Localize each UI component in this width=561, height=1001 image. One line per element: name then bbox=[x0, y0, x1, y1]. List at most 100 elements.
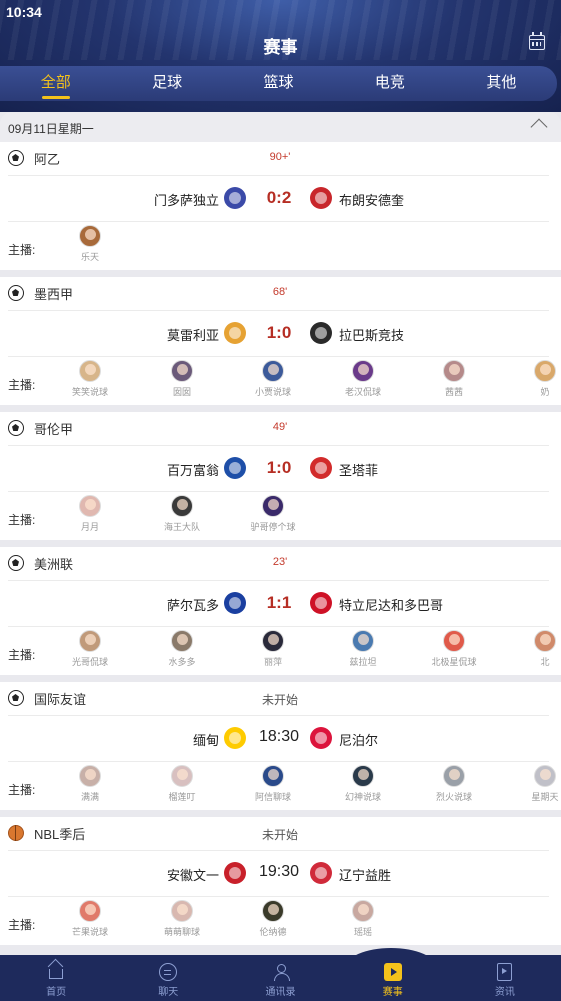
match-icon bbox=[383, 963, 402, 981]
avatar bbox=[352, 630, 374, 652]
anchor-item[interactable]: 囡囡 bbox=[137, 360, 227, 398]
anchor-item[interactable]: 笑笑说球 bbox=[45, 360, 135, 398]
away-team-name: 拉巴斯竞技 bbox=[339, 328, 405, 343]
home-team-logo bbox=[224, 727, 246, 749]
anchor-item[interactable]: 芒果说球 bbox=[45, 900, 135, 938]
chevron-up-icon[interactable] bbox=[530, 118, 548, 136]
anchor-item[interactable]: 伦纳德 bbox=[228, 900, 318, 938]
anchor-item[interactable]: 星期天 bbox=[500, 765, 561, 803]
match-card[interactable]: NBL季后 未开始 安徽文一 19:30 辽宁益胜 主播: 芒果说球 萌萌聊球 伦纳德 瑶瑶 bbox=[0, 817, 561, 945]
anchor-item[interactable]: 老汉侃球 bbox=[318, 360, 408, 398]
avatar bbox=[443, 630, 465, 652]
nav-matches[interactable]: 赛事 bbox=[337, 955, 449, 1001]
home-team-name: 萨尔瓦多 bbox=[166, 598, 219, 613]
score-row[interactable]: 萨尔瓦多 1:1 特立尼达和多巴哥 bbox=[0, 589, 561, 617]
anchor-label: 主播: bbox=[8, 648, 36, 662]
anchor-item[interactable]: 榴莲叮 bbox=[137, 765, 227, 803]
divider bbox=[8, 761, 549, 762]
divider bbox=[8, 175, 549, 176]
nav-chat[interactable]: 聊天 bbox=[112, 955, 224, 1001]
match-card[interactable]: 美洲联 23' 萨尔瓦多 1:1 特立尼达和多巴哥 主播: 光哥侃球 水多多 丽萍 兹拉坦 北极星侃… bbox=[0, 547, 561, 675]
nav-label: 首页 bbox=[46, 987, 67, 998]
league-name: 美洲联 bbox=[34, 556, 74, 572]
bottom-nav: 首页 聊天 通讯录 赛事 资讯 bbox=[0, 955, 561, 1001]
away-team-logo bbox=[310, 187, 332, 209]
sport-tabs: 全部 足球 篮球 电竞 其他 bbox=[0, 66, 557, 101]
divider bbox=[8, 580, 549, 581]
match-card[interactable]: 阿乙 90+' 门多萨独立 0:2 布朗安德奎 主播: 乐天 bbox=[0, 142, 561, 270]
anchor-label: 主播: bbox=[8, 513, 36, 527]
home-team-logo bbox=[224, 187, 246, 209]
anchor-item[interactable]: 北 bbox=[500, 630, 561, 668]
nav-label: 通讯录 bbox=[265, 987, 296, 998]
anchor-item[interactable]: 阿信聊球 bbox=[228, 765, 318, 803]
nav-contacts[interactable]: 通讯录 bbox=[224, 955, 336, 1001]
league-row: NBL季后 bbox=[8, 824, 85, 842]
anchor-item[interactable]: 茜茜 bbox=[409, 360, 499, 398]
calendar-icon[interactable] bbox=[529, 32, 545, 50]
away-team-name: 辽宁益胜 bbox=[339, 868, 392, 883]
anchor-name: 榴莲叮 bbox=[168, 792, 196, 802]
tab-all[interactable]: 全部 bbox=[0, 66, 111, 101]
score-row[interactable]: 缅甸 18:30 尼泊尔 bbox=[0, 724, 561, 752]
nav-home[interactable]: 首页 bbox=[0, 955, 112, 1001]
anchor-name: 烈火说球 bbox=[435, 792, 472, 802]
tab-other[interactable]: 其他 bbox=[446, 66, 557, 101]
match-score: 0:2 bbox=[266, 188, 292, 207]
date-header[interactable]: 09月11日星期一 bbox=[0, 112, 561, 142]
anchor-item[interactable]: 奶 bbox=[500, 360, 561, 398]
match-card[interactable]: 国际友谊 未开始 缅甸 18:30 尼泊尔 主播: 满满 榴莲叮 阿信聊球 幻神说球 烈火说球 星期天 bbox=[0, 682, 561, 810]
away-team-logo bbox=[310, 457, 332, 479]
anchor-item[interactable]: 幻神说球 bbox=[318, 765, 408, 803]
match-score: 1:1 bbox=[266, 593, 292, 612]
anchor-name: 月月 bbox=[80, 522, 99, 532]
avatar bbox=[352, 360, 374, 382]
score-row[interactable]: 门多萨独立 0:2 布朗安德奎 bbox=[0, 184, 561, 212]
anchor-item[interactable]: 水多多 bbox=[137, 630, 227, 668]
anchor-item[interactable]: 小贾说球 bbox=[228, 360, 318, 398]
anchor-item[interactable]: 兹拉坦 bbox=[318, 630, 408, 668]
anchor-name: 光哥侃球 bbox=[71, 657, 108, 667]
anchor-name: 星期天 bbox=[531, 792, 559, 802]
anchor-item[interactable]: 光哥侃球 bbox=[45, 630, 135, 668]
contacts-icon bbox=[272, 963, 290, 981]
date-label: 09月11日星期一 bbox=[8, 122, 94, 136]
match-card[interactable]: 墨西甲 68' 莫雷利亚 1:0 拉巴斯竞技 主播: 笑笑说球 囡囡 小贾说球 老汉侃球 茜茜 奶 bbox=[0, 277, 561, 405]
avatar bbox=[443, 360, 465, 382]
league-name: 国际友谊 bbox=[34, 691, 87, 707]
anchor-item[interactable]: 萌萌聊球 bbox=[137, 900, 227, 938]
tab-soccer[interactable]: 足球 bbox=[111, 66, 222, 101]
anchor-item[interactable]: 满满 bbox=[45, 765, 135, 803]
avatar bbox=[79, 495, 101, 517]
avatar bbox=[79, 630, 101, 652]
anchor-item[interactable]: 北极星侃球 bbox=[409, 630, 499, 668]
divider bbox=[8, 310, 549, 311]
avatar bbox=[534, 360, 556, 382]
anchor-item[interactable]: 瑶瑶 bbox=[318, 900, 408, 938]
anchor-name: 北极星侃球 bbox=[431, 657, 477, 667]
tab-esports[interactable]: 电竞 bbox=[334, 66, 445, 101]
away-team-logo bbox=[310, 727, 332, 749]
league-name: 哥伦甲 bbox=[34, 421, 74, 437]
score-row[interactable]: 百万富翁 1:0 圣塔菲 bbox=[0, 454, 561, 482]
avatar bbox=[352, 765, 374, 787]
anchor-item[interactable]: 驴哥停个球 bbox=[228, 495, 318, 533]
anchor-item[interactable]: 丽萍 bbox=[228, 630, 318, 668]
anchor-item[interactable]: 乐天 bbox=[45, 225, 135, 263]
anchor-item[interactable]: 烈火说球 bbox=[409, 765, 499, 803]
anchor-item[interactable]: 月月 bbox=[45, 495, 135, 533]
anchor-name: 瑶瑶 bbox=[353, 927, 372, 937]
tab-basketball[interactable]: 篮球 bbox=[223, 66, 334, 101]
anchor-name: 北 bbox=[540, 657, 550, 667]
score-row[interactable]: 莫雷利亚 1:0 拉巴斯竞技 bbox=[0, 319, 561, 347]
nav-news[interactable]: 资讯 bbox=[449, 955, 561, 1001]
anchor-item[interactable]: 海王大队 bbox=[137, 495, 227, 533]
match-card[interactable]: 哥伦甲 49' 百万富翁 1:0 圣塔菲 主播: 月月 海王大队 驴哥停个球 bbox=[0, 412, 561, 540]
away-team-logo bbox=[310, 862, 332, 884]
anchor-name: 茜茜 bbox=[444, 387, 463, 397]
avatar bbox=[171, 495, 193, 517]
anchor-row: 主播: 光哥侃球 水多多 丽萍 兹拉坦 北极星侃球 北 bbox=[0, 630, 561, 674]
home-team-name: 莫雷利亚 bbox=[166, 328, 219, 343]
score-row[interactable]: 安徽文一 19:30 辽宁益胜 bbox=[0, 859, 561, 887]
divider bbox=[8, 491, 549, 492]
